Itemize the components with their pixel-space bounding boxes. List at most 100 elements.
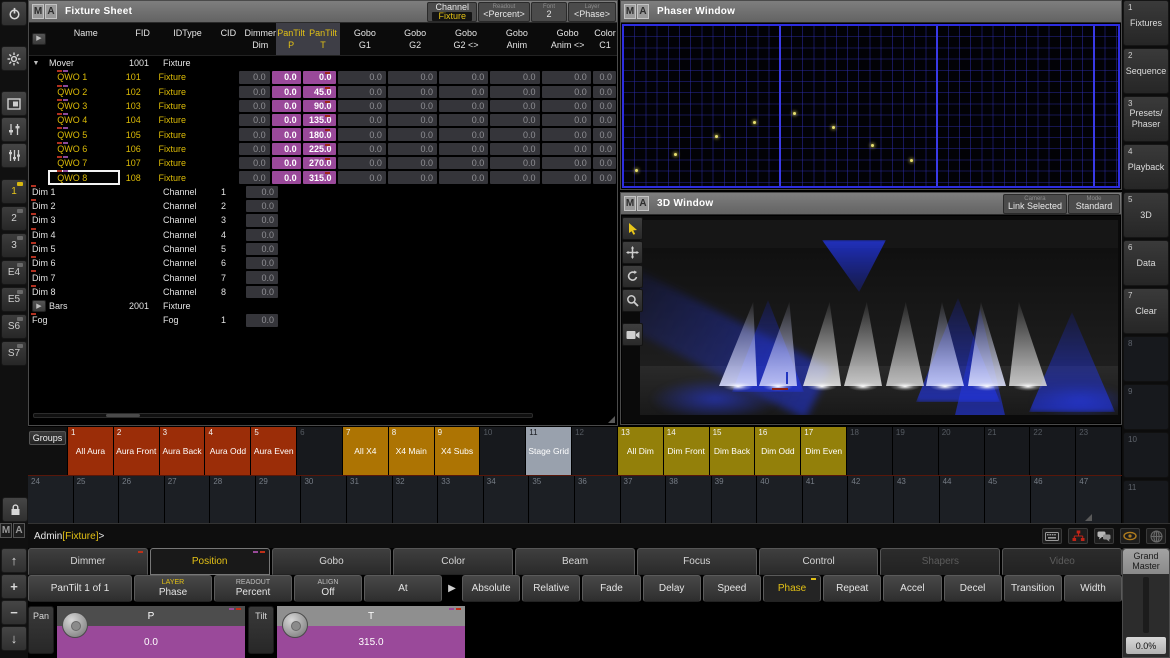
group-cell-5[interactable]: 5Aura Even xyxy=(251,427,297,475)
right-view-button-11[interactable]: 11 xyxy=(1123,480,1169,526)
setup-gear-icon[interactable] xyxy=(1,46,27,71)
gobo-value-cell[interactable]: 0.0 xyxy=(542,114,591,126)
group-cell-21[interactable]: 21 xyxy=(985,427,1031,475)
group-cell-8[interactable]: 8X4 Main xyxy=(389,427,435,475)
color-value-cell[interactable]: 0.0 xyxy=(593,86,616,98)
fid-cell[interactable]: 102 xyxy=(120,85,159,99)
idtype-cell[interactable]: Channel xyxy=(163,285,213,299)
group-cell-17[interactable]: 17Dim Even xyxy=(801,427,847,475)
right-view-button-8[interactable]: 8 xyxy=(1123,336,1169,382)
dimmer-value-cell[interactable]: 0.0 xyxy=(239,171,270,183)
group-cell-27[interactable]: 27 xyxy=(165,476,211,523)
dimmer-value-cell[interactable]: 0.0 xyxy=(246,286,278,298)
fixture-sheet-titlebar[interactable]: MA Fixture Sheet Channel Fixture Readout… xyxy=(29,1,617,23)
group-cell-28[interactable]: 28 xyxy=(210,476,256,523)
at-button[interactable]: At xyxy=(364,575,442,602)
name-cell[interactable]: QWO 5 xyxy=(48,127,120,141)
cid-cell[interactable] xyxy=(207,156,238,170)
right-view-button-1[interactable]: 1Fixtures xyxy=(1123,0,1169,46)
gobo-value-cell[interactable]: 0.0 xyxy=(388,157,437,169)
fid-cell[interactable] xyxy=(123,242,163,256)
column-header-gobo[interactable]: GoboAnim <> xyxy=(542,23,593,55)
encoder-function-phase[interactable]: Phase xyxy=(763,575,821,602)
idtype-cell[interactable]: Fog xyxy=(163,313,213,327)
color-value-cell[interactable]: 0.0 xyxy=(593,114,616,126)
cid-cell[interactable]: 3 xyxy=(213,213,245,227)
name-cell[interactable]: QWO 1 xyxy=(48,70,120,84)
name-cell[interactable]: Dim 3 xyxy=(29,213,123,227)
color-value-cell[interactable]: 0.0 xyxy=(593,71,616,83)
gobo-value-cell[interactable]: 0.0 xyxy=(388,143,437,155)
gobo-value-cell[interactable]: 0.0 xyxy=(490,100,539,112)
group-cell-2[interactable]: 2Aura Front xyxy=(114,427,160,475)
mode-button[interactable]: Mode Standard xyxy=(1068,194,1120,214)
gobo-value-cell[interactable]: 0.0 xyxy=(338,71,386,83)
pan-encoder-knob[interactable] xyxy=(62,612,88,638)
cid-cell[interactable]: 2 xyxy=(213,199,245,213)
group-cell-14[interactable]: 14Dim Front xyxy=(664,427,710,475)
pan-value-cell[interactable]: 0.0 xyxy=(272,171,301,183)
name-cell[interactable]: Dim 5 xyxy=(29,242,123,256)
pan-value-cell[interactable]: 0.0 xyxy=(272,143,301,155)
gobo-value-cell[interactable]: 0.0 xyxy=(439,143,488,155)
group-cell-46[interactable]: 46 xyxy=(1031,476,1077,523)
fid-cell[interactable] xyxy=(123,285,163,299)
encoder-function-accel[interactable]: Accel xyxy=(883,575,941,602)
name-cell[interactable]: QWO 2 xyxy=(48,85,120,99)
group-cell-26[interactable]: 26 xyxy=(119,476,165,523)
dimmer-value-cell[interactable]: 0.0 xyxy=(239,86,270,98)
group-cell-23[interactable]: 23 xyxy=(1076,427,1122,475)
gobo-value-cell[interactable]: 0.0 xyxy=(490,86,539,98)
group-cell-35[interactable]: 35 xyxy=(529,476,575,523)
keyboard-icon[interactable] xyxy=(1042,528,1062,544)
gobo-value-cell[interactable]: 0.0 xyxy=(490,128,539,140)
group-cell-4[interactable]: 4Aura Odd xyxy=(205,427,251,475)
dimmer-value-cell[interactable]: 0.0 xyxy=(239,143,270,155)
tilt-value-cell[interactable]: 270.0 xyxy=(303,157,336,169)
gobo-value-cell[interactable]: 0.0 xyxy=(490,171,539,183)
table-row[interactable]: QWO 7107Fixture0.00.0270.00.00.00.00.00.… xyxy=(29,156,617,170)
gobo-value-cell[interactable]: 0.0 xyxy=(439,71,488,83)
font-size-button[interactable]: Font 2 xyxy=(531,2,567,22)
name-cell[interactable]: QWO 3 xyxy=(48,99,120,113)
gobo-value-cell[interactable]: 0.0 xyxy=(490,71,539,83)
gobo-value-cell[interactable]: 0.0 xyxy=(388,71,437,83)
name-cell[interactable]: QWO 8 xyxy=(48,170,120,184)
cid-cell[interactable] xyxy=(207,170,238,184)
dimmer-value-cell[interactable]: 0.0 xyxy=(239,157,270,169)
encoder-function-speed[interactable]: Speed xyxy=(703,575,761,602)
table-row[interactable]: Dim 4Channel40.0 xyxy=(29,228,617,242)
column-header-gobo[interactable]: GoboG2 xyxy=(390,23,441,55)
name-cell[interactable]: Dim 8 xyxy=(29,285,123,299)
gobo-value-cell[interactable]: 0.0 xyxy=(338,114,386,126)
dimmer-value-cell[interactable] xyxy=(245,56,277,70)
table-row[interactable]: Dim 8Channel80.0 xyxy=(29,285,617,299)
group-cell-37[interactable]: 37 xyxy=(621,476,667,523)
gobo-value-cell[interactable]: 0.0 xyxy=(542,143,591,155)
dimmer-value-cell[interactable] xyxy=(245,299,277,313)
toolbar-expand-arrow[interactable]: ▶ xyxy=(444,575,460,602)
table-row[interactable]: QWO 3103Fixture0.00.090.00.00.00.00.00.0… xyxy=(29,99,617,113)
idtype-cell[interactable]: Fixture xyxy=(159,99,207,113)
preset-type-gobo[interactable]: Gobo xyxy=(272,548,392,575)
preset-type-dimmer[interactable]: Dimmer xyxy=(28,548,148,575)
gobo-value-cell[interactable]: 0.0 xyxy=(490,114,539,126)
preset-type-focus[interactable]: Focus xyxy=(637,548,757,575)
group-cell-45[interactable]: 45 xyxy=(985,476,1031,523)
table-row[interactable]: FogFog10.0 xyxy=(29,313,617,327)
table-row[interactable]: Dim 2Channel20.0 xyxy=(29,199,617,213)
gobo-value-cell[interactable]: 0.0 xyxy=(542,128,591,140)
group-cell-22[interactable]: 22 xyxy=(1030,427,1076,475)
fid-cell[interactable]: 103 xyxy=(120,99,159,113)
right-view-button-6[interactable]: 6Data xyxy=(1123,240,1169,286)
pan-value-cell[interactable]: 0.0 xyxy=(272,157,301,169)
cid-cell[interactable] xyxy=(207,85,238,99)
faders-icon[interactable] xyxy=(1,117,27,142)
gobo-value-cell[interactable]: 0.0 xyxy=(542,157,591,169)
fid-cell[interactable] xyxy=(123,185,163,199)
right-view-button-7[interactable]: 7Clear xyxy=(1123,288,1169,334)
camera-icon[interactable] xyxy=(622,323,643,346)
column-header-pantilt[interactable]: PanTiltP xyxy=(276,23,306,55)
gobo-value-cell[interactable]: 0.0 xyxy=(439,128,488,140)
column-header-color[interactable]: ColorC1 xyxy=(593,23,617,55)
